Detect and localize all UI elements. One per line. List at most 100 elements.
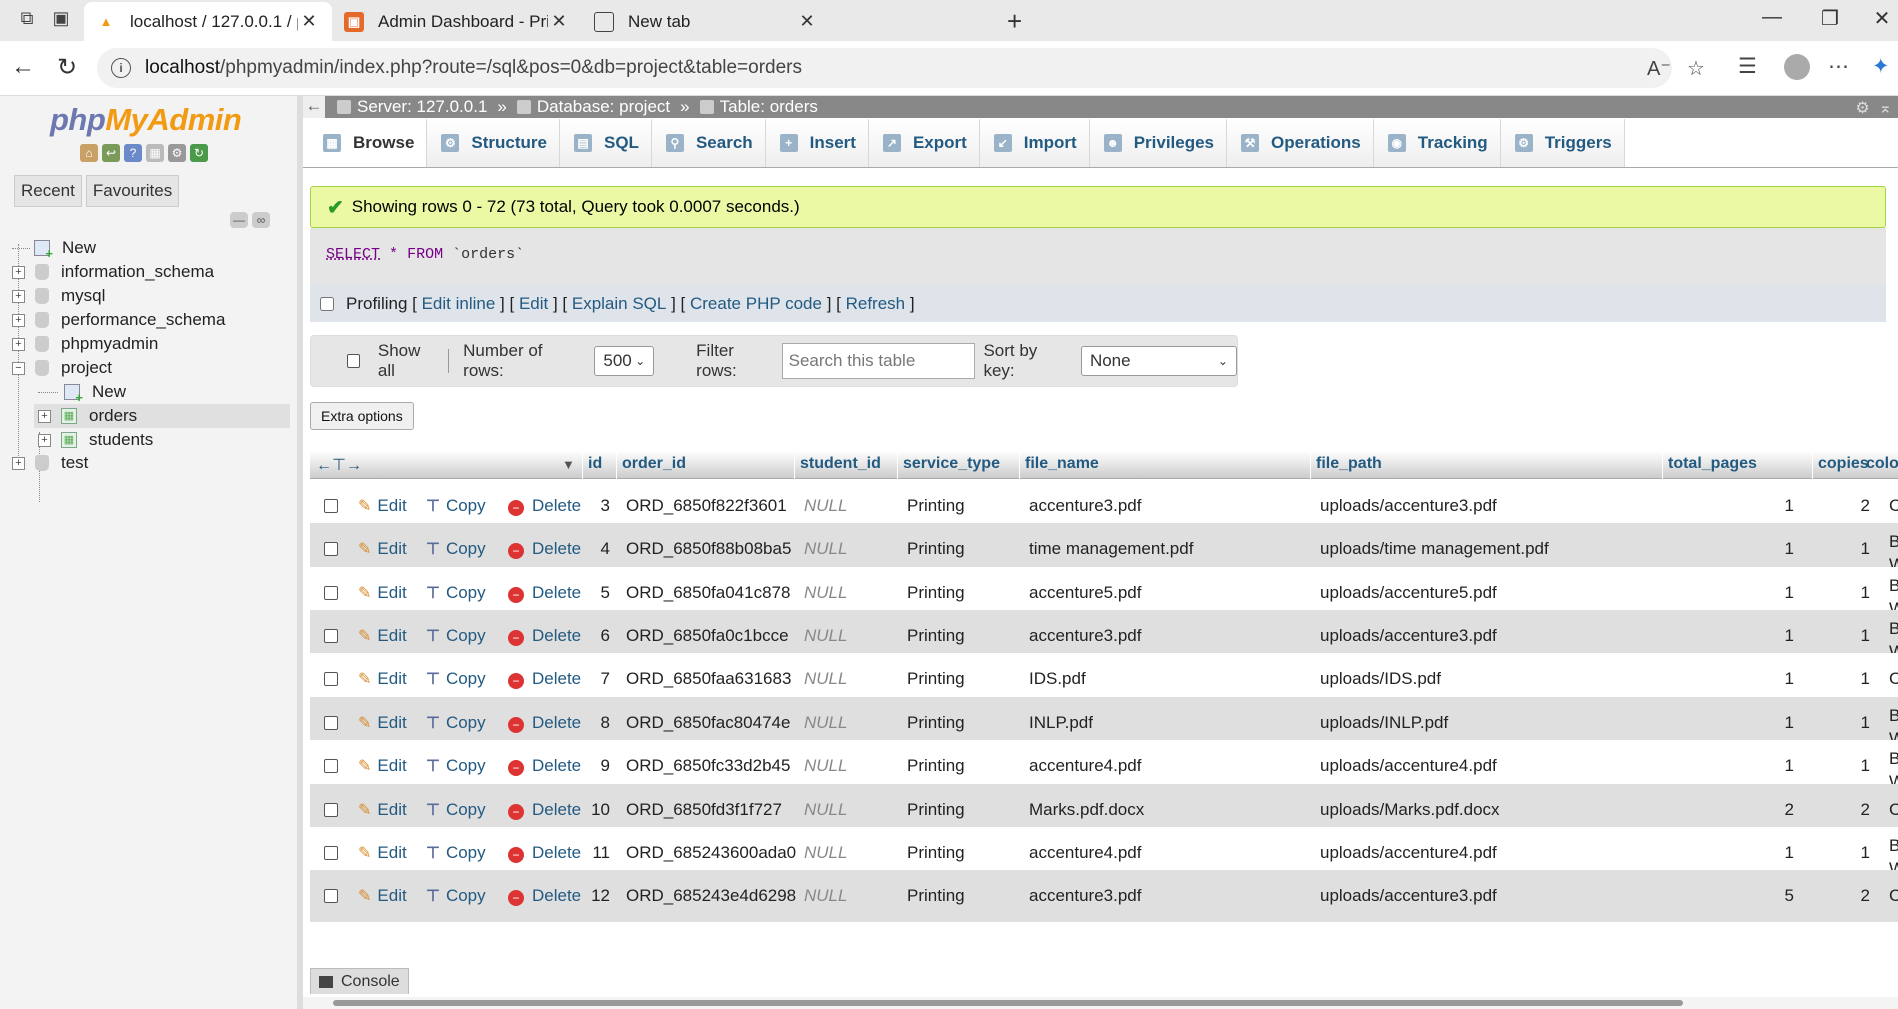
cell-file-name[interactable]: time management.pdf: [1029, 539, 1193, 559]
delete-row-link[interactable]: − Delete: [508, 539, 581, 559]
cell-order-id[interactable]: ORD_6850f822f3601: [626, 496, 787, 516]
cell-student-id[interactable]: NULL: [804, 800, 847, 820]
cell-student-id[interactable]: NULL: [804, 583, 847, 603]
breadcrumb-database[interactable]: Database: project: [516, 97, 670, 117]
column-header-copies[interactable]: copies: [1818, 455, 1869, 473]
tab-export[interactable]: ↗ Export: [868, 119, 980, 167]
delete-row-link[interactable]: − Delete: [508, 583, 581, 603]
table-row[interactable]: ✎ Edit ⊤ Copy − Delete 12 ORD_685243e4d6298 NULL…: [310, 870, 1898, 922]
cell-file-name[interactable]: accenture3.pdf: [1029, 496, 1141, 516]
phpmyadmin-logo[interactable]: phpMyAdmin: [50, 102, 242, 138]
row-checkbox[interactable]: [324, 759, 338, 773]
edit-row-link[interactable]: ✎ Edit: [358, 583, 407, 603]
tab-structure[interactable]: ⚙ Structure: [427, 119, 560, 167]
cell-student-id[interactable]: NULL: [804, 539, 847, 559]
copy-row-link[interactable]: ⊤ Copy: [426, 539, 486, 559]
cell-color[interactable]: Colo: [1889, 886, 1898, 906]
tab-tracking[interactable]: ◉ Tracking: [1373, 119, 1501, 167]
filter-rows-input[interactable]: Search this table: [781, 343, 976, 379]
favorite-star-icon[interactable]: ☆: [1687, 56, 1705, 81]
console-toggle[interactable]: Console: [310, 968, 409, 994]
cell-total-pages[interactable]: 1: [1750, 843, 1794, 863]
delete-row-link[interactable]: − Delete: [508, 626, 581, 646]
column-header-id[interactable]: id: [588, 455, 602, 473]
cell-file-path[interactable]: uploads/accenture5.pdf: [1320, 583, 1497, 603]
cell-copies[interactable]: 1: [1830, 583, 1870, 603]
close-tab-icon[interactable]: ✕: [796, 11, 818, 32]
cell-copies[interactable]: 1: [1830, 626, 1870, 646]
edit-row-link[interactable]: ✎ Edit: [358, 843, 407, 863]
more-menu-icon[interactable]: ⋯: [1828, 54, 1849, 79]
delete-row-link[interactable]: − Delete: [508, 843, 581, 863]
edit-row-link[interactable]: ✎ Edit: [358, 713, 407, 733]
cell-file-path[interactable]: uploads/accenture3.pdf: [1320, 886, 1497, 906]
cell-copies[interactable]: 1: [1830, 539, 1870, 559]
cell-total-pages[interactable]: 1: [1750, 539, 1794, 559]
favorites-bar-icon[interactable]: ☰: [1738, 54, 1757, 79]
tree-item-project[interactable]: − project: [12, 356, 112, 380]
edit-inline-link[interactable]: Edit inline: [422, 294, 496, 314]
copy-row-link[interactable]: ⊤ Copy: [426, 496, 486, 516]
cell-color[interactable]: Colo: [1889, 669, 1898, 689]
delete-row-link[interactable]: − Delete: [508, 713, 581, 733]
cell-total-pages[interactable]: 2: [1750, 800, 1794, 820]
cell-service-type[interactable]: Printing: [907, 713, 965, 733]
show-all-checkbox[interactable]: [347, 354, 360, 368]
column-header-file-path[interactable]: file_path: [1316, 455, 1382, 473]
copilot-icon[interactable]: ✦: [1872, 54, 1890, 79]
cell-file-path[interactable]: uploads/accenture3.pdf: [1320, 496, 1497, 516]
cell-service-type[interactable]: Printing: [907, 800, 965, 820]
cell-file-path[interactable]: uploads/IDS.pdf: [1320, 669, 1441, 689]
logout-icon[interactable]: ↩: [102, 144, 120, 162]
cell-id[interactable]: 12: [580, 886, 610, 906]
cell-copies[interactable]: 1: [1830, 713, 1870, 733]
column-resize-arrows-icon[interactable]: ←⊤→: [316, 455, 362, 475]
cell-order-id[interactable]: ORD_685243e4d6298: [626, 886, 796, 906]
cell-total-pages[interactable]: 5: [1750, 886, 1794, 906]
collapse-nav-arrow-icon[interactable]: ←: [303, 96, 325, 118]
cell-service-type[interactable]: Printing: [907, 886, 965, 906]
collapse-all-icon[interactable]: —: [230, 212, 248, 228]
cell-file-name[interactable]: accenture3.pdf: [1029, 626, 1141, 646]
tree-item-orders[interactable]: + ▦ orders: [34, 404, 290, 428]
tab-sql[interactable]: ▤ SQL: [560, 119, 652, 167]
refresh-icon[interactable]: ↻: [52, 53, 82, 82]
row-checkbox[interactable]: [324, 672, 338, 686]
copy-row-link[interactable]: ⊤ Copy: [426, 669, 486, 689]
cell-file-name[interactable]: IDS.pdf: [1029, 669, 1086, 689]
cell-copies[interactable]: 1: [1830, 843, 1870, 863]
browser-tab-newtab[interactable]: New tab ✕: [582, 2, 830, 41]
edit-row-link[interactable]: ✎ Edit: [358, 669, 407, 689]
profile-avatar-icon[interactable]: [1784, 54, 1810, 86]
cell-file-name[interactable]: INLP.pdf: [1029, 713, 1093, 733]
cell-order-id[interactable]: ORD_6850fac80474e: [626, 713, 790, 733]
copy-row-link[interactable]: ⊤ Copy: [426, 756, 486, 776]
tab-operations[interactable]: ⚒ Operations: [1227, 119, 1374, 167]
edit-row-link[interactable]: ✎ Edit: [358, 626, 407, 646]
cell-order-id[interactable]: ORD_6850fa0c1bcce: [626, 626, 789, 646]
edit-row-link[interactable]: ✎ Edit: [358, 496, 407, 516]
cell-id[interactable]: 11: [580, 843, 610, 863]
sort-by-key-select[interactable]: None ⌄: [1080, 346, 1237, 376]
row-checkbox[interactable]: [324, 889, 338, 903]
cell-student-id[interactable]: NULL: [804, 496, 847, 516]
tree-item-phpmyadmin[interactable]: + phpmyadmin: [12, 332, 158, 356]
delete-row-link[interactable]: − Delete: [508, 496, 581, 516]
browser-tab-phpmyadmin[interactable]: ▲ localhost / 127.0.0.1 / project / or ✕: [84, 2, 332, 41]
cell-service-type[interactable]: Printing: [907, 626, 965, 646]
tree-item-performance-schema[interactable]: + performance_schema: [12, 308, 225, 332]
breadcrumb-table[interactable]: Table: orders: [699, 97, 818, 117]
cell-color[interactable]: Colo: [1889, 800, 1898, 820]
cell-student-id[interactable]: NULL: [804, 669, 847, 689]
cell-copies[interactable]: 2: [1830, 496, 1870, 516]
cell-order-id[interactable]: ORD_685243600ada0: [626, 843, 796, 863]
column-header-service-type[interactable]: service_type: [903, 455, 1000, 473]
tab-search[interactable]: ⚲ Search: [651, 119, 766, 167]
copy-row-link[interactable]: ⊤ Copy: [426, 583, 486, 603]
copy-row-link[interactable]: ⊤ Copy: [426, 800, 486, 820]
column-header-order-id[interactable]: order_id: [622, 455, 686, 473]
home-icon[interactable]: ⌂: [80, 144, 98, 162]
copy-row-link[interactable]: ⊤ Copy: [426, 843, 486, 863]
copy-row-link[interactable]: ⊤ Copy: [426, 886, 486, 906]
edit-row-link[interactable]: ✎ Edit: [358, 800, 407, 820]
